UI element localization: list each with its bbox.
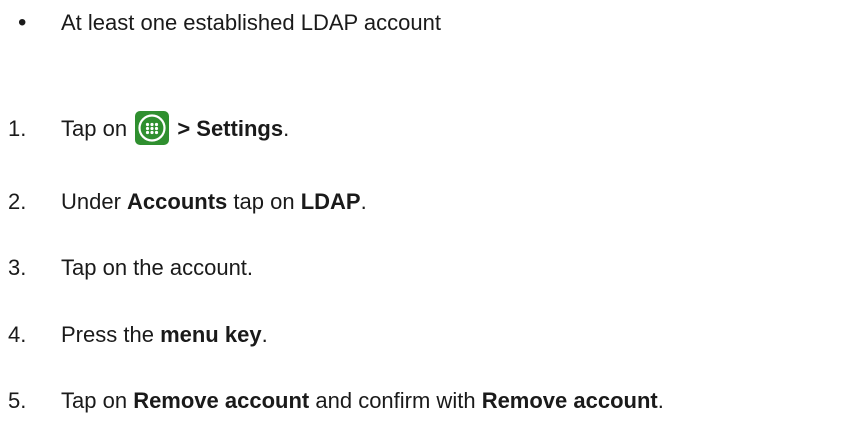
menu-key-label: menu key	[160, 322, 262, 347]
step-text-plain: and confirm with	[315, 388, 476, 413]
step-number: 3.	[8, 255, 27, 280]
step-punct: .	[360, 189, 367, 214]
step-text-plain: Press the	[61, 322, 154, 347]
step-number: 1.	[8, 116, 27, 141]
bullet-marker: •	[18, 9, 27, 36]
step-text: Tap on the account.	[61, 255, 254, 280]
accounts-label: Accounts	[127, 189, 228, 214]
remove-account-confirm-label: Remove account	[481, 388, 658, 413]
apps-grid-icon	[135, 111, 170, 146]
step-text-plain: Tap on	[61, 388, 128, 413]
step-text-plain: Under	[61, 189, 121, 214]
settings-label: > Settings	[177, 116, 284, 141]
step-punct: .	[261, 322, 268, 347]
step-text: Press the menu key.	[61, 320, 268, 350]
step-number: 2.	[8, 189, 27, 214]
step-punct: .	[283, 116, 290, 141]
step-number: 5.	[8, 388, 27, 413]
ldap-label: LDAP	[300, 189, 361, 214]
step-text: Under Accounts tap on LDAP.	[61, 187, 367, 217]
requirement-text: At least one established LDAP account	[61, 10, 441, 35]
step-text: Tap on > Settings.	[61, 111, 290, 147]
step-text: Tap on Remove account and confirm with R…	[61, 386, 664, 416]
step-punct: .	[657, 388, 664, 413]
remove-account-label: Remove account	[133, 388, 310, 413]
step-text-plain: tap on	[233, 189, 295, 214]
step-text-plain: Tap on	[61, 116, 128, 141]
step-number: 4.	[8, 322, 27, 347]
